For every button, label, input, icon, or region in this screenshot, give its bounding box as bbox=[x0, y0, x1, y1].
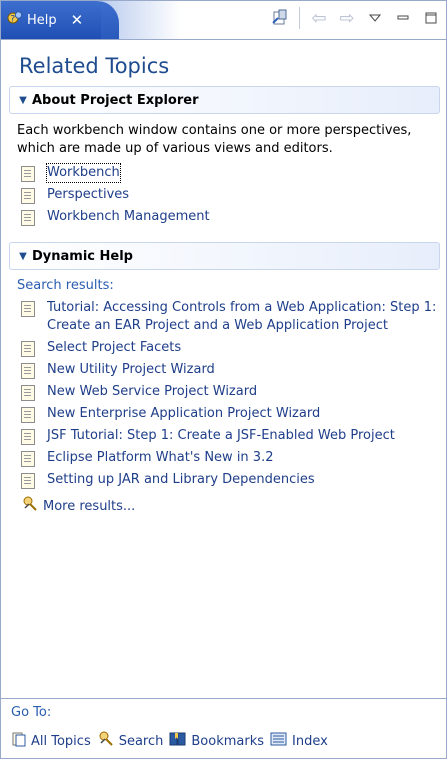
expand-twisty-icon[interactable]: ▼ bbox=[14, 251, 32, 262]
search-result-link[interactable]: Eclipse Platform What's New in 3.2 bbox=[47, 449, 273, 467]
all-topics-link[interactable]: All Topics bbox=[11, 731, 91, 751]
goto-link-label: Search bbox=[118, 733, 164, 749]
document-icon bbox=[21, 429, 35, 445]
search-result-link[interactable]: Tutorial: Accessing Controls from a Web … bbox=[47, 299, 440, 335]
search-result-link[interactable]: Select Project Facets bbox=[47, 339, 181, 357]
help-icon: ? bbox=[7, 10, 23, 30]
list-item[interactable]: Eclipse Platform What's New in 3.2 bbox=[21, 449, 440, 467]
goto-label: Go To: bbox=[11, 705, 52, 720]
help-view: ? Help ✕ ⇦ ⇨ Related Topics ▼ About Proj… bbox=[0, 0, 447, 759]
index-link[interactable]: Index bbox=[270, 731, 328, 751]
list-item[interactable]: Setting up JAR and Library Dependencies bbox=[21, 471, 440, 489]
forward-icon[interactable]: ⇨ bbox=[336, 7, 358, 29]
search-results-label: Search results: bbox=[17, 278, 114, 293]
topic-link[interactable]: Perspectives bbox=[47, 186, 129, 204]
list-item[interactable]: Select Project Facets bbox=[21, 339, 440, 357]
goto-link-label: Index bbox=[292, 733, 328, 749]
search-result-link[interactable]: New Utility Project Wizard bbox=[47, 361, 215, 379]
minimize-icon[interactable] bbox=[392, 7, 414, 29]
help-content: Related Topics ▼ About Project Explorer … bbox=[1, 54, 446, 517]
bookmarks-link[interactable]: Bookmarks bbox=[169, 731, 264, 751]
close-icon[interactable]: ✕ bbox=[71, 11, 84, 29]
list-item[interactable]: Tutorial: Accessing Controls from a Web … bbox=[21, 299, 440, 335]
search-result-link[interactable]: Setting up JAR and Library Dependencies bbox=[47, 471, 315, 489]
section-heading: About Project Explorer bbox=[32, 92, 199, 108]
document-icon bbox=[21, 473, 35, 489]
more-results[interactable]: More results... bbox=[21, 495, 440, 517]
maximize-icon[interactable] bbox=[420, 7, 442, 29]
section-heading: Dynamic Help bbox=[32, 248, 133, 264]
section-about-project-explorer[interactable]: ▼ About Project Explorer bbox=[9, 86, 440, 114]
all-topics-icon bbox=[11, 731, 27, 751]
page-title: Related Topics bbox=[19, 54, 170, 78]
view-titlebar: ? Help ✕ ⇦ ⇨ bbox=[1, 1, 446, 40]
bookmarks-icon bbox=[169, 731, 187, 751]
document-icon bbox=[21, 210, 35, 226]
search-icon bbox=[21, 495, 39, 517]
goto-bar: Go To: All Topics Search Bookmarks Index bbox=[1, 698, 446, 758]
tab-title: Help bbox=[27, 12, 57, 28]
view-toolbar: ⇦ ⇨ bbox=[269, 7, 442, 29]
list-item[interactable]: Workbench Management bbox=[21, 208, 440, 226]
expand-twisty-icon[interactable]: ▼ bbox=[14, 95, 32, 106]
view-menu-icon[interactable] bbox=[364, 7, 386, 29]
list-item[interactable]: New Enterprise Application Project Wizar… bbox=[21, 405, 440, 423]
section-dynamic-help[interactable]: ▼ Dynamic Help bbox=[9, 242, 440, 270]
document-icon bbox=[21, 301, 35, 317]
search-result-link[interactable]: New Enterprise Application Project Wizar… bbox=[47, 405, 320, 423]
search-result-link[interactable]: New Web Service Project Wizard bbox=[47, 383, 257, 401]
document-icon bbox=[21, 166, 35, 182]
back-icon[interactable]: ⇦ bbox=[308, 7, 330, 29]
document-icon bbox=[21, 341, 35, 357]
tab-gradient bbox=[101, 1, 181, 39]
list-item[interactable]: New Web Service Project Wizard bbox=[21, 383, 440, 401]
index-icon bbox=[270, 731, 288, 751]
document-icon bbox=[21, 385, 35, 401]
list-item[interactable]: New Utility Project Wizard bbox=[21, 361, 440, 379]
search-icon bbox=[97, 730, 115, 752]
more-results-link[interactable]: More results... bbox=[43, 499, 135, 514]
document-icon bbox=[21, 188, 35, 204]
list-item[interactable]: Workbench bbox=[21, 163, 440, 183]
topic-link[interactable]: Workbench Management bbox=[47, 208, 210, 226]
goto-links: All Topics Search Bookmarks Index bbox=[11, 730, 446, 752]
list-item[interactable]: JSF Tutorial: Step 1: Create a JSF-Enabl… bbox=[21, 427, 440, 445]
toolbar-separator bbox=[299, 7, 300, 29]
list-item[interactable]: Perspectives bbox=[21, 186, 440, 204]
search-link[interactable]: Search bbox=[97, 730, 164, 752]
goto-link-label: All Topics bbox=[31, 733, 91, 749]
topic-link[interactable]: Workbench bbox=[46, 163, 121, 183]
search-result-link[interactable]: JSF Tutorial: Step 1: Create a JSF-Enabl… bbox=[47, 427, 395, 445]
section-description: Each workbench window contains one or mo… bbox=[17, 123, 412, 156]
document-icon bbox=[21, 407, 35, 423]
svg-text:?: ? bbox=[10, 15, 15, 25]
document-icon bbox=[21, 451, 35, 467]
goto-link-label: Bookmarks bbox=[191, 733, 265, 749]
document-icon bbox=[21, 363, 35, 379]
show-in-contents-icon[interactable] bbox=[269, 7, 291, 29]
